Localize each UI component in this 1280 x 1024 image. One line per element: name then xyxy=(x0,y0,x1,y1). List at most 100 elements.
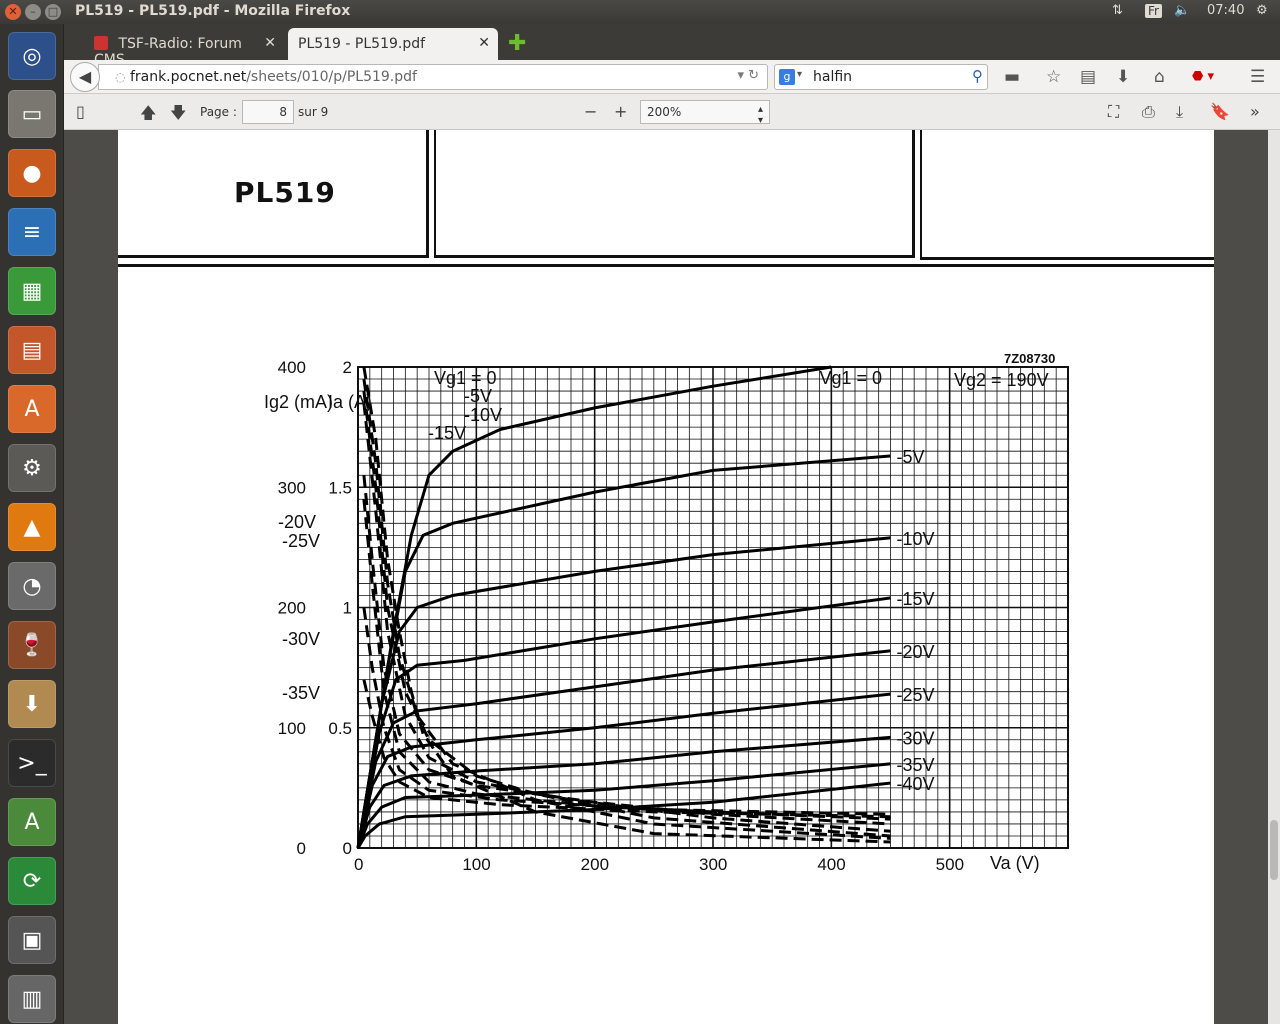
downloads-icon[interactable]: ⬇ xyxy=(1116,67,1130,87)
system-settings-icon[interactable]: ⚙ xyxy=(8,444,56,492)
google-engine-icon[interactable]: g xyxy=(779,69,795,85)
pdf-page: PL519 0 100 200 300 400 500 0 0.5 1 1.5 2 0 100 200 30… xyxy=(118,130,1214,1024)
window-close-button[interactable]: ✕ xyxy=(5,4,21,20)
calc-icon[interactable]: ▦ xyxy=(8,267,56,315)
tab-close-icon[interactable]: ✕ xyxy=(478,35,490,51)
files-icon[interactable]: ▭ xyxy=(8,90,56,138)
clock[interactable]: 07:40 xyxy=(1207,3,1244,18)
software-center-icon[interactable]: A xyxy=(8,385,56,433)
chevron-updown-icon: ▴ ▾ xyxy=(757,104,763,126)
page-label: Page : xyxy=(200,105,237,119)
menu-icon[interactable]: ☰ xyxy=(1250,67,1265,87)
back-arrow-icon[interactable]: ◀ xyxy=(70,62,100,92)
page-total: sur 9 xyxy=(298,105,329,119)
wine-icon[interactable]: 🍷 xyxy=(8,621,56,669)
zoom-value: 200% xyxy=(647,105,682,119)
window-minimize-button[interactable]: – xyxy=(25,4,41,20)
terminal-icon[interactable]: >_ xyxy=(8,739,56,787)
settings-gear-icon[interactable]: ⚙ xyxy=(1256,3,1268,18)
viewer-scrollbar[interactable] xyxy=(1268,130,1280,1024)
sidebar-toggle-icon[interactable]: ▯ xyxy=(76,102,85,121)
ig2-tick-label: 400 xyxy=(278,358,306,377)
vlc-icon[interactable]: ▲ xyxy=(8,503,56,551)
scrollbar-thumb[interactable] xyxy=(1270,820,1278,880)
url-path: /sheets/010/p/PL519.pdf xyxy=(246,69,417,85)
ig2-tick-label: 200 xyxy=(278,599,306,618)
ia-curve-label: -10V xyxy=(897,529,935,549)
bookmark-icon[interactable]: 🔖 xyxy=(1210,102,1230,121)
search-icon[interactable]: ⚲ xyxy=(972,67,983,85)
ig2-curve-label: -15V xyxy=(428,423,466,443)
ig2-tick-label: 100 xyxy=(278,719,306,738)
firefox-icon[interactable]: ● xyxy=(8,149,56,197)
network-icon[interactable]: ⇅ xyxy=(1112,3,1123,18)
window-maximize-button[interactable]: □ xyxy=(45,4,61,20)
save-disk-icon[interactable]: ▣ xyxy=(8,916,56,964)
zoom-out-icon[interactable]: − xyxy=(584,102,597,121)
bookmark-star-icon[interactable]: ☆ xyxy=(1046,67,1061,87)
impress-icon[interactable]: ▤ xyxy=(8,326,56,374)
next-page-icon[interactable]: 🡇 xyxy=(170,102,186,129)
disk-usage-icon[interactable]: ◔ xyxy=(8,562,56,610)
ubuntu-dash-icon[interactable]: ◎ xyxy=(8,32,56,80)
search-input[interactable]: g ▾ halfin ⚲ xyxy=(774,64,988,90)
tab-tsf-radio[interactable]: TSF-Radio: Forum CMS ✕ xyxy=(84,28,284,68)
reading-list-icon[interactable]: ▤ xyxy=(1080,67,1096,87)
ia-curve-label: -25V xyxy=(897,685,935,705)
tsf-favicon-icon xyxy=(94,36,108,50)
new-tab-plus-icon[interactable]: ✚ xyxy=(508,31,526,56)
ia-tick-label: 1.5 xyxy=(328,478,352,497)
adblock-icon[interactable]: ⬣ ▾ xyxy=(1192,69,1214,84)
launcher-sidebar: ◎ ▭ ● ≡ ▦ ▤ A ⚙ ▲ ◔ 🍷 ⬇ >_ A ⟳ ▣ ▥ xyxy=(0,24,64,1024)
ig2-curve-label: -25V xyxy=(282,531,320,551)
backup-icon[interactable]: ⟳ xyxy=(8,857,56,905)
ig2-curve-label: -30V xyxy=(282,629,320,649)
update-manager-icon[interactable]: A xyxy=(8,798,56,846)
archive-manager-icon[interactable]: ⬇ xyxy=(8,680,56,728)
ia-curve-label: Vg1 = 0 xyxy=(820,368,883,388)
pdf-viewer[interactable]: PL519 0 100 200 300 400 500 0 0.5 1 1.5 2 0 100 200 30… xyxy=(64,130,1268,1024)
ig2-curve-label: -20V xyxy=(278,512,316,532)
writer-icon[interactable]: ≡ xyxy=(8,208,56,256)
download-icon[interactable]: ⤓ xyxy=(1176,102,1183,122)
x-tick-label: 200 xyxy=(581,855,609,874)
url-bar[interactable]: ◌ frank.pocnet.net/sheets/010/p/PL519.pd… xyxy=(98,64,768,90)
engine-dropdown-icon[interactable]: ▾ xyxy=(797,69,802,80)
print-icon[interactable]: ⎙ xyxy=(1142,102,1155,122)
figure-code: 7Z08730 xyxy=(1004,351,1055,366)
ig2-curve-label: -35V xyxy=(282,683,320,703)
fullscreen-icon[interactable]: ⛶ xyxy=(1108,102,1119,122)
x-tick-label: 100 xyxy=(462,855,490,874)
pdf-toolbar: ▯ 🡅 🡇 Page : 8 sur 9 − + 200% ▴ ▾ ⛶ ⎙ ⤓ 🔖… xyxy=(64,94,1280,130)
y-axis-label-left: Ig2 (mA) xyxy=(264,392,333,412)
tab-pl519-pdf[interactable]: PL519 - PL519.pdf ✕ xyxy=(288,28,498,60)
workspace-switcher-icon[interactable]: ▥ xyxy=(8,975,56,1023)
search-value: halfin xyxy=(813,69,853,85)
y-axis-label-right: Ia (A) xyxy=(328,392,372,412)
url-dropdown-reload-icons[interactable]: ▾ ↻ xyxy=(737,68,759,83)
tools-chevron-icon[interactable]: » xyxy=(1250,102,1260,121)
page-number-input[interactable]: 8 xyxy=(242,100,294,124)
x-tick-label: 0 xyxy=(354,855,363,874)
system-top-bar: ✕ – □ PL519 - PL519.pdf - Mozilla Firefo… xyxy=(0,0,1280,24)
home-icon[interactable]: ⌂ xyxy=(1154,67,1165,87)
zoom-in-icon[interactable]: + xyxy=(614,102,627,121)
volume-icon[interactable]: 🔈 xyxy=(1174,3,1190,18)
x-tick-label: 500 xyxy=(936,855,964,874)
ia-curve-label: -30V xyxy=(897,728,935,748)
camera-icon[interactable]: ▬ xyxy=(1004,67,1020,87)
x-axis-label: Va (V) xyxy=(990,853,1040,873)
previous-page-icon[interactable]: 🡅 xyxy=(140,102,156,129)
ig2-curve-label: Vg1 = 0 xyxy=(434,368,497,388)
ia-tick-label: 1 xyxy=(343,599,352,618)
globe-icon: ◌ xyxy=(115,70,126,84)
zoom-select[interactable]: 200% ▴ ▾ xyxy=(640,100,770,126)
keyboard-layout-indicator[interactable]: Fr xyxy=(1145,4,1162,18)
characteristic-chart: 0 100 200 300 400 500 0 0.5 1 1.5 2 0 100 200 300 400 V… xyxy=(264,351,1069,874)
url-domain: frank.pocnet.net xyxy=(129,69,247,85)
tab-strip: TSF-Radio: Forum CMS ✕ PL519 - PL519.pdf… xyxy=(64,24,1280,68)
ia-curve-label: -5V xyxy=(897,447,925,467)
ig2-tick-label: 300 xyxy=(278,478,306,497)
tab-close-icon[interactable]: ✕ xyxy=(264,35,276,51)
ig2-curve-label: -10V xyxy=(464,405,502,425)
